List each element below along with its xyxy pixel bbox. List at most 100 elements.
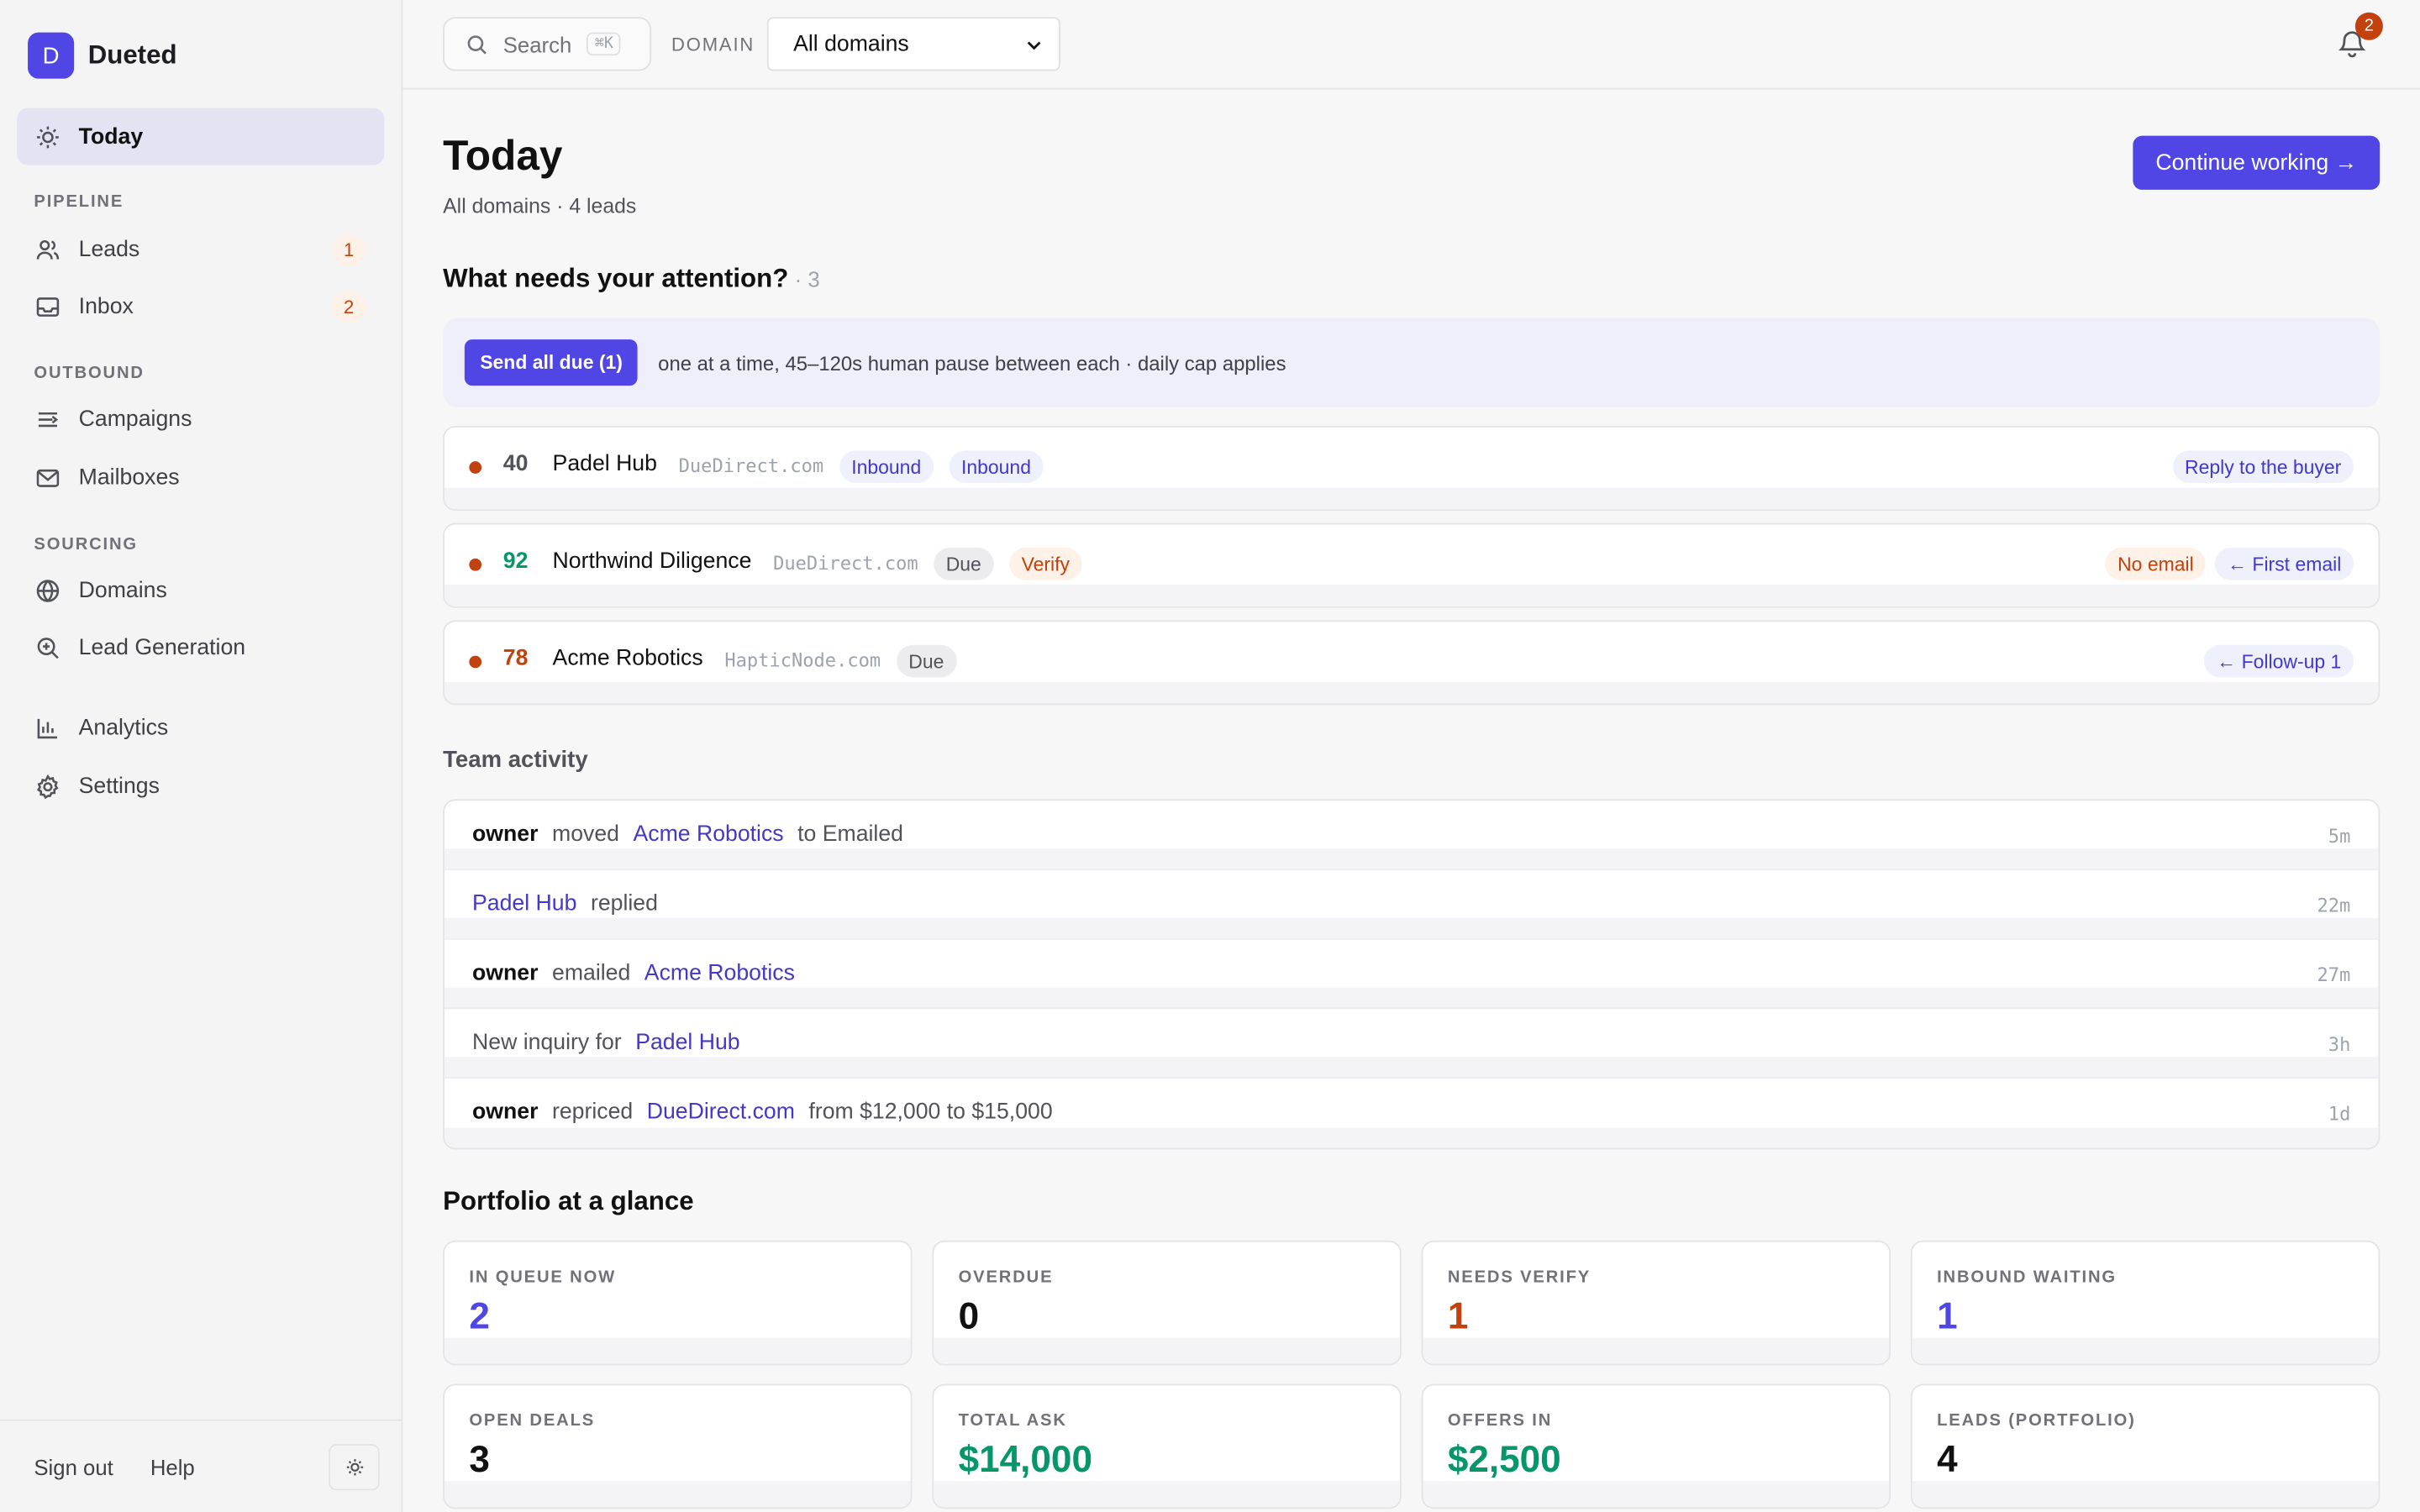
activity-target-link[interactable]: Padel Hub [635, 1031, 739, 1055]
brand[interactable]: D Dueted [0, 0, 402, 111]
portfolio-heading: Portfolio at a glance [443, 1186, 694, 1216]
sun-icon [35, 124, 60, 149]
send-all-due-button[interactable]: Send all due (1) [464, 339, 639, 386]
activity-time: 5m [2328, 825, 2351, 848]
lead-action-button[interactable]: Reply to the buyer [2172, 450, 2354, 483]
lead-card[interactable]: 40 Padel Hub DueDirect.com Inbound Inbound Re… [443, 425, 2381, 511]
sidebar-item-domains[interactable]: Domains [17, 562, 384, 619]
sidebar-item-label: Inbox [78, 293, 134, 319]
sidebar-item-campaigns[interactable]: Campaigns [17, 391, 384, 448]
chevron-down-icon [1025, 34, 1044, 53]
activity-verb: emailed [552, 961, 631, 986]
stat-card[interactable]: OFFERS IN $2,500 [1421, 1383, 1891, 1509]
activity-time: 1d [2328, 1103, 2351, 1125]
notifications-button[interactable]: 2 [2337, 12, 2383, 61]
page-subtitle: All domains · 4 leads [443, 194, 637, 218]
inbox-count-badge: 2 [331, 291, 366, 322]
sign-out-link[interactable]: Sign out [34, 1454, 113, 1478]
stat-card[interactable]: INBOUND WAITING 1 [1910, 1240, 2381, 1366]
no-email-flag: No email [2105, 548, 2207, 580]
activity-actor: owner [472, 961, 539, 986]
lead-name[interactable]: Padel Hub [553, 452, 657, 476]
team-activity-heading: Team activity [443, 746, 588, 774]
section-label-outbound: OUTBOUND [34, 364, 145, 383]
lead-actions: Reply to the buyer [2163, 450, 2354, 483]
sidebar-item-label: Lead Generation [78, 634, 246, 660]
lead-score: 40 [502, 452, 529, 477]
stat-label: OPEN DEALS [469, 1411, 596, 1431]
stat-value: 1 [1447, 1295, 1469, 1338]
lead-card[interactable]: 92 Northwind Diligence DueDirect.com Due Ver… [443, 522, 2381, 608]
globe-icon [35, 578, 60, 602]
activity-target-link[interactable]: Acme Robotics [644, 961, 795, 985]
sidebar-item-label: Analytics [78, 715, 169, 740]
section-label-sourcing: SOURCING [34, 535, 138, 554]
attention-count: · 3 [794, 266, 820, 292]
users-icon [35, 237, 60, 261]
lead-score: 92 [502, 549, 529, 575]
sidebar-item-today[interactable]: Today [17, 108, 385, 165]
help-link[interactable]: Help [150, 1454, 195, 1478]
stat-card[interactable]: IN QUEUE NOW 2 [443, 1240, 913, 1366]
stat-value: 4 [1937, 1439, 1958, 1482]
activity-target-link[interactable]: DueDirect.com [647, 1100, 795, 1125]
attention-title: What needs your attention? [443, 264, 789, 293]
lead-action-button[interactable]: ← Follow-up 1 [2204, 644, 2354, 678]
sidebar: D Dueted Today PIPELINE Leads 1 Inbox 2 … [0, 0, 403, 1512]
stat-label: LEADS (PORTFOLIO) [1937, 1411, 2136, 1431]
sidebar-item-lead-generation[interactable]: Lead Generation [17, 619, 384, 676]
lead-tag: Inbound [949, 450, 1044, 483]
domain-filter-label: DOMAIN [671, 33, 755, 55]
lead-domain: DueDirect.com [678, 454, 824, 477]
activity-time: 27m [2317, 963, 2351, 986]
sidebar-item-leads[interactable]: Leads 1 [17, 221, 384, 278]
activity-list: owner moved Acme Robotics to Emailed 5m Padel… [443, 799, 2381, 1150]
sidebar-item-analytics[interactable]: Analytics [17, 699, 384, 756]
lead-name[interactable]: Acme Robotics [553, 647, 703, 671]
lead-domain: DueDirect.com [773, 552, 918, 575]
sidebar-item-label: Mailboxes [78, 465, 180, 491]
search-plus-icon [35, 635, 60, 659]
sidebar-item-settings[interactable]: Settings [17, 758, 384, 815]
stat-card[interactable]: OVERDUE 0 [932, 1240, 1402, 1366]
stat-label: NEEDS VERIFY [1447, 1268, 1591, 1287]
activity-row: owner emailed Acme Robotics 27m [444, 940, 2379, 1010]
activity-row: owner repriced DueDirect.com from $12,000 t… [444, 1079, 2379, 1148]
stat-label: OVERDUE [958, 1268, 1054, 1287]
stat-card[interactable]: LEADS (PORTFOLIO) 4 [1910, 1383, 2381, 1509]
lead-tag: Due [933, 548, 994, 580]
activity-target-link[interactable]: Padel Hub [472, 892, 576, 916]
lead-card[interactable]: 78 Acme Robotics HapticNode.com Due ← Follow… [443, 620, 2381, 706]
domain-select-value: All domains [793, 31, 909, 57]
bar-chart-icon [35, 715, 60, 739]
lead-action-button[interactable]: ← First email [2215, 548, 2354, 580]
activity-actor: owner [472, 1100, 539, 1125]
stat-card[interactable]: NEEDS VERIFY 1 [1421, 1240, 1891, 1366]
domain-select[interactable]: All domains [766, 17, 1060, 71]
stat-card[interactable]: TOTAL ASK $14,000 [932, 1383, 1402, 1509]
section-label-pipeline: PIPELINE [34, 192, 124, 212]
continue-working-button[interactable]: Continue working → [2133, 135, 2381, 190]
activity-row: Padel Hub replied 22m [444, 870, 2379, 940]
lead-tag: Inbound [839, 450, 934, 483]
sidebar-item-mailboxes[interactable]: Mailboxes [17, 449, 384, 506]
sidebar-item-inbox[interactable]: Inbox 2 [17, 278, 384, 335]
send-note: one at a time, 45–120s human pause betwe… [658, 350, 1286, 375]
lead-score: 78 [502, 646, 529, 671]
stat-value: $14,000 [958, 1439, 1092, 1482]
theme-toggle-button[interactable] [329, 1444, 380, 1491]
sidebar-item-label: Domains [78, 577, 167, 603]
stat-label: TOTAL ASK [958, 1411, 1067, 1431]
search-input[interactable]: Search ⌘K [443, 17, 652, 71]
stat-card[interactable]: OPEN DEALS 3 [443, 1383, 913, 1509]
mail-icon [35, 465, 60, 490]
lead-name[interactable]: Northwind Diligence [553, 549, 752, 574]
stat-value: 2 [469, 1295, 490, 1338]
stat-label: OFFERS IN [1447, 1411, 1553, 1431]
activity-verb: replied [590, 891, 658, 917]
sun-icon [345, 1458, 364, 1477]
activity-target-link[interactable]: Acme Robotics [633, 822, 783, 847]
sidebar-item-label: Settings [78, 774, 160, 799]
activity-detail: from $12,000 to $15,000 [808, 1100, 1053, 1125]
stat-value: $2,500 [1447, 1439, 1561, 1482]
